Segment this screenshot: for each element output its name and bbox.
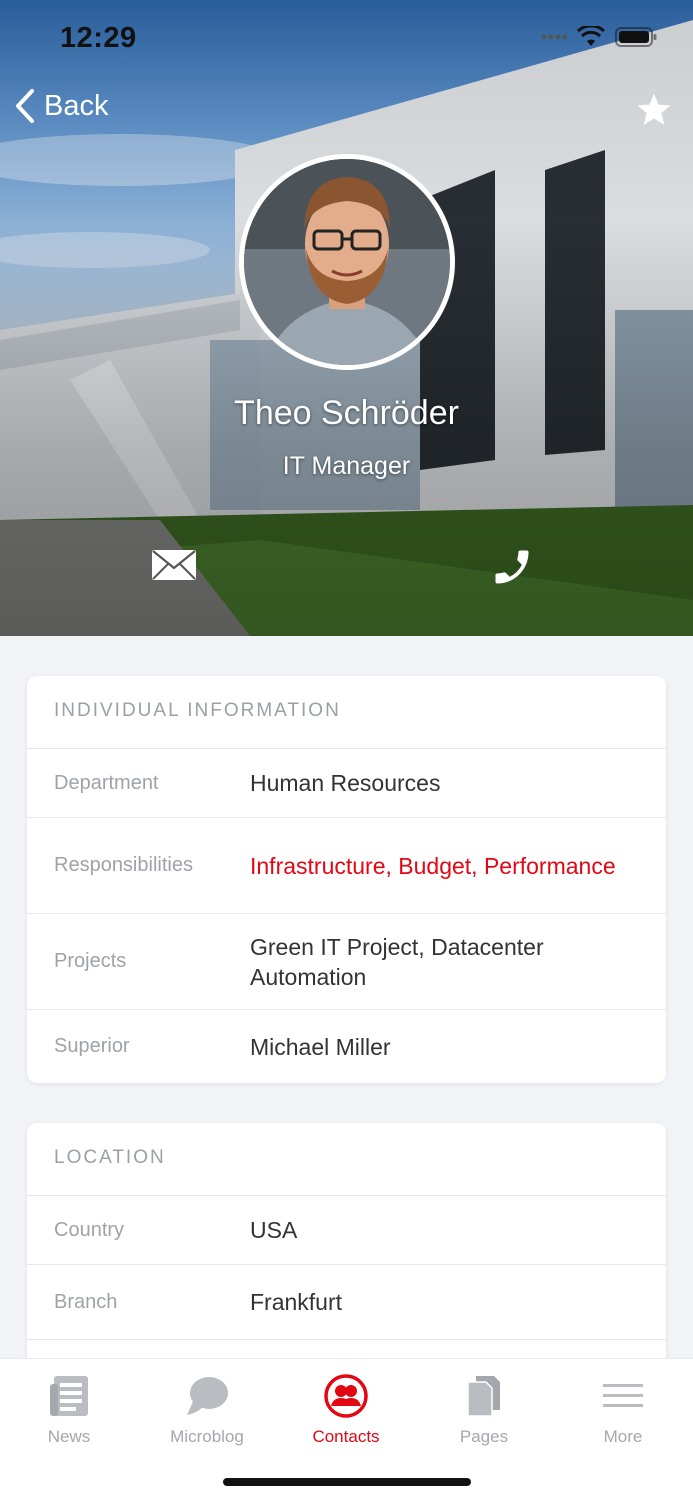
tab-label: Microblog — [170, 1427, 244, 1446]
info-row-department: Department Human Resources — [27, 748, 666, 817]
avatar — [239, 154, 455, 370]
info-row-superior[interactable]: Superior Michael Miller — [27, 1009, 666, 1083]
status-icons — [541, 26, 657, 48]
location-row-branch: Branch Frankfurt — [27, 1264, 666, 1339]
row-value: Human Resources — [250, 770, 441, 796]
phone-icon — [495, 550, 529, 584]
favorite-button[interactable] — [635, 92, 673, 133]
row-value: USA — [250, 1217, 298, 1243]
tab-contacts[interactable]: Contacts — [277, 1373, 415, 1447]
profile-name: Theo Schröder — [234, 394, 459, 432]
tab-label: Contacts — [312, 1427, 380, 1446]
status-time: 12:29 — [60, 22, 137, 54]
row-label: Department — [54, 771, 159, 794]
envelope-icon — [152, 550, 196, 580]
row-label: Superior — [54, 1035, 130, 1057]
chat-bubble-icon — [187, 1377, 228, 1415]
info-row-projects: Projects Green IT Project, Datacenter Au… — [27, 913, 666, 1009]
responsibilities-link[interactable]: Infrastructure, Budget, Performance — [250, 851, 666, 881]
tab-pages[interactable]: Pages — [415, 1373, 553, 1447]
status-bar: 12:29 — [0, 0, 693, 80]
tab-label: Pages — [459, 1427, 509, 1446]
tab-label: More — [603, 1427, 643, 1446]
section-title: INDIVIDUAL INFORMATION — [54, 700, 341, 721]
avatar-photo — [244, 159, 450, 365]
info-row-responsibilities: Responsibilities Infrastructure, Budget,… — [27, 817, 666, 913]
email-button[interactable] — [150, 548, 198, 587]
chevron-left-icon — [16, 89, 34, 123]
location-row-country: Country USA — [27, 1195, 666, 1264]
row-label: Projects — [54, 950, 127, 972]
battery-icon — [615, 27, 657, 47]
wifi-icon — [577, 26, 605, 46]
row-label: Country — [54, 1218, 125, 1241]
news-icon — [50, 1376, 88, 1416]
row-label: Responsibilities — [54, 854, 193, 876]
tab-more[interactable]: More — [554, 1373, 692, 1447]
tab-label: News — [47, 1427, 91, 1446]
profile-role: IT Manager — [282, 452, 411, 480]
signal-dots-icon — [541, 34, 567, 40]
row-value: Michael Miller — [250, 1033, 391, 1060]
individual-information-card: INDIVIDUAL INFORMATION Department Human … — [27, 676, 666, 1083]
home-indicator — [223, 1478, 471, 1486]
row-label: Branch — [54, 1290, 118, 1313]
row-value: Green IT Project, Datacenter Automation — [250, 933, 544, 990]
profile-header: 12:29 Back Theo Schröder IT Manager — [0, 0, 693, 636]
tab-news[interactable]: News — [0, 1373, 138, 1447]
pages-icon — [467, 1376, 500, 1417]
contacts-icon — [324, 1374, 368, 1418]
star-icon — [637, 93, 671, 125]
back-label: Back — [44, 89, 109, 122]
menu-icon — [603, 1384, 643, 1407]
call-button[interactable] — [490, 545, 534, 594]
tab-microblog[interactable]: Microblog — [138, 1373, 276, 1447]
row-value: Frankfurt — [250, 1289, 343, 1315]
section-title: LOCATION — [54, 1147, 166, 1168]
back-button[interactable]: Back — [14, 88, 108, 124]
